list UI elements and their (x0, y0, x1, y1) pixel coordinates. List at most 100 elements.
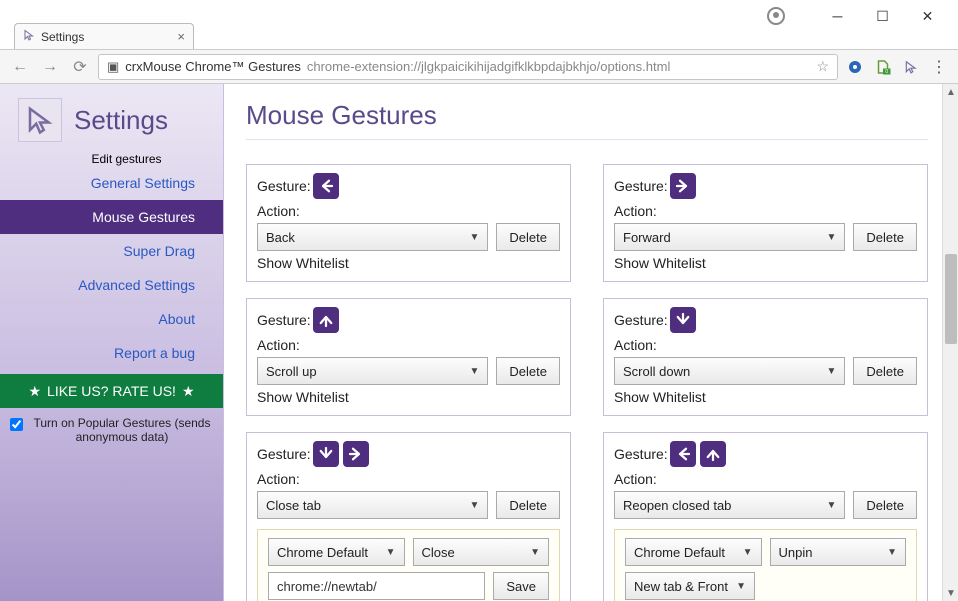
caret-down-icon: ▼ (470, 232, 480, 243)
scroll-up-arrow-icon[interactable]: ▲ (943, 84, 958, 100)
action-select[interactable]: Close tab ▼ (257, 491, 488, 519)
sidebar-item-report-bug[interactable]: Report a bug (0, 336, 223, 370)
tab-close-icon[interactable]: × (177, 29, 185, 44)
sidebar-item-label: Report a bug (114, 345, 195, 361)
star-icon: ★ (28, 383, 41, 400)
extension-page-icon: ▣ (107, 59, 119, 75)
delete-button[interactable]: Delete (496, 491, 560, 519)
show-whitelist-link[interactable]: Show Whitelist (257, 389, 560, 405)
sidebar-item-advanced-settings[interactable]: Advanced Settings (0, 268, 223, 302)
select-value: New tab & Front (634, 579, 728, 594)
select-value: Back (266, 230, 295, 245)
arrow-down-icon (670, 307, 696, 333)
sidebar-item-about[interactable]: About (0, 302, 223, 336)
page-scrollbar[interactable]: ▲ ▼ (942, 84, 958, 601)
save-button[interactable]: Save (493, 572, 549, 600)
delete-button[interactable]: Delete (496, 357, 560, 385)
delete-button[interactable]: Delete (853, 223, 917, 251)
window-minimize-button[interactable]: ─ (815, 1, 860, 31)
gesture-card: Gesture: Action: Forward▼ Delete Show Wh… (603, 164, 928, 282)
sidebar-item-label: Mouse Gestures (92, 209, 195, 225)
arrow-left-icon (670, 441, 696, 467)
action-select[interactable]: Reopen closed tab▼ (614, 491, 845, 519)
bookmark-star-icon[interactable]: ☆ (816, 58, 829, 75)
arrow-left-icon (313, 173, 339, 199)
caret-down-icon: ▼ (470, 366, 480, 377)
action-label: Action: (614, 203, 657, 219)
action-label: Action: (257, 471, 300, 487)
sub-url-input[interactable]: chrome://newtab/ (268, 572, 485, 600)
delete-button[interactable]: Delete (853, 357, 917, 385)
show-whitelist-link[interactable]: Show Whitelist (257, 255, 560, 271)
delete-button[interactable]: Delete (853, 491, 917, 519)
main-content: Mouse Gestures Gesture: Action: Back ▼ De… (224, 84, 958, 601)
nav-forward-button[interactable]: → (38, 55, 62, 79)
select-value: Scroll down (623, 364, 690, 379)
popular-gestures-label: Turn on Popular Gestures (sends anonymou… (31, 416, 213, 444)
rate-us-banner[interactable]: ★ LIKE US? RATE US! ★ (0, 374, 223, 408)
gesture-subcard: Chrome Default▼ Unpin▼ New tab & Front▼ (614, 529, 917, 601)
arrow-up-icon (313, 307, 339, 333)
extension-badge-icon[interactable]: 0 (872, 56, 894, 78)
gesture-card: Gesture: Action: Scroll down▼ Delete Sho… (603, 298, 928, 416)
cursor-arrow-icon (23, 29, 35, 44)
select-value: Close tab (266, 498, 321, 513)
caret-down-icon: ▼ (887, 547, 897, 558)
show-whitelist-link[interactable]: Show Whitelist (614, 255, 917, 271)
window-close-button[interactable]: ✕ (905, 1, 950, 31)
action-select[interactable]: Scroll up ▼ (257, 357, 488, 385)
sidebar-item-general-settings[interactable]: General Settings (0, 166, 223, 200)
sidebar-item-super-drag[interactable]: Super Drag (0, 234, 223, 268)
address-bar[interactable]: ▣ crxMouse Chrome™ Gestures chrome-exten… (98, 54, 838, 80)
scroll-thumb[interactable] (945, 254, 957, 344)
tab-title: Settings (41, 30, 84, 44)
sub-select-a[interactable]: Chrome Default▼ (268, 538, 405, 566)
user-profile-icon[interactable] (767, 7, 785, 25)
select-value: Chrome Default (277, 545, 368, 560)
input-value: chrome://newtab/ (277, 579, 377, 594)
action-select[interactable]: Scroll down ▼ (614, 357, 845, 385)
arrow-right-icon (343, 441, 369, 467)
extension-crxmouse-icon[interactable] (844, 56, 866, 78)
popular-gestures-checkbox[interactable] (10, 418, 23, 431)
browser-toolbar: ← → ⟳ ▣ crxMouse Chrome™ Gestures chrome… (0, 50, 958, 84)
extension-cursor-icon[interactable] (900, 56, 922, 78)
sidebar-title: Settings (74, 105, 168, 136)
delete-button[interactable]: Delete (496, 223, 560, 251)
gesture-label: Gesture: (614, 446, 668, 462)
gesture-card: Gesture: Action: Close tab▼ Delete Chrom… (246, 432, 571, 601)
arrow-right-icon (670, 173, 696, 199)
gesture-card: Gesture: Action: Reopen closed tab▼ Dele… (603, 432, 928, 601)
caret-down-icon: ▼ (470, 500, 480, 511)
page-heading: Mouse Gestures (246, 100, 928, 140)
sub-select-b[interactable]: Unpin▼ (770, 538, 907, 566)
sub-select-b[interactable]: Close▼ (413, 538, 550, 566)
arrow-up-icon (700, 441, 726, 467)
browser-tab[interactable]: Settings × (14, 23, 194, 49)
action-select[interactable]: Forward▼ (614, 223, 845, 251)
gesture-label: Gesture: (257, 178, 311, 194)
sidebar-item-label: General Settings (91, 175, 195, 191)
window-maximize-button[interactable]: ☐ (860, 1, 905, 31)
sub-select-c[interactable]: New tab & Front▼ (625, 572, 755, 600)
arrow-down-icon (313, 441, 339, 467)
caret-down-icon: ▼ (827, 366, 837, 377)
address-page-name: crxMouse Chrome™ Gestures (125, 59, 301, 74)
select-value: Scroll up (266, 364, 317, 379)
gesture-label: Gesture: (614, 178, 668, 194)
sub-select-a[interactable]: Chrome Default▼ (625, 538, 762, 566)
sidebar-item-label: Super Drag (123, 243, 195, 259)
action-select[interactable]: Back ▼ (257, 223, 488, 251)
sidebar-subtitle: Edit gestures (0, 150, 223, 166)
action-label: Action: (257, 203, 300, 219)
show-whitelist-link[interactable]: Show Whitelist (614, 389, 917, 405)
browser-menu-button[interactable]: ⋮ (928, 56, 950, 78)
gesture-label: Gesture: (257, 312, 311, 328)
sidebar-item-mouse-gestures[interactable]: Mouse Gestures (0, 200, 223, 234)
svg-text:0: 0 (885, 69, 888, 75)
star-icon: ★ (182, 383, 195, 400)
caret-down-icon: ▼ (743, 547, 753, 558)
nav-reload-button[interactable]: ⟳ (68, 55, 92, 79)
nav-back-button[interactable]: ← (8, 55, 32, 79)
scroll-down-arrow-icon[interactable]: ▼ (943, 585, 958, 601)
